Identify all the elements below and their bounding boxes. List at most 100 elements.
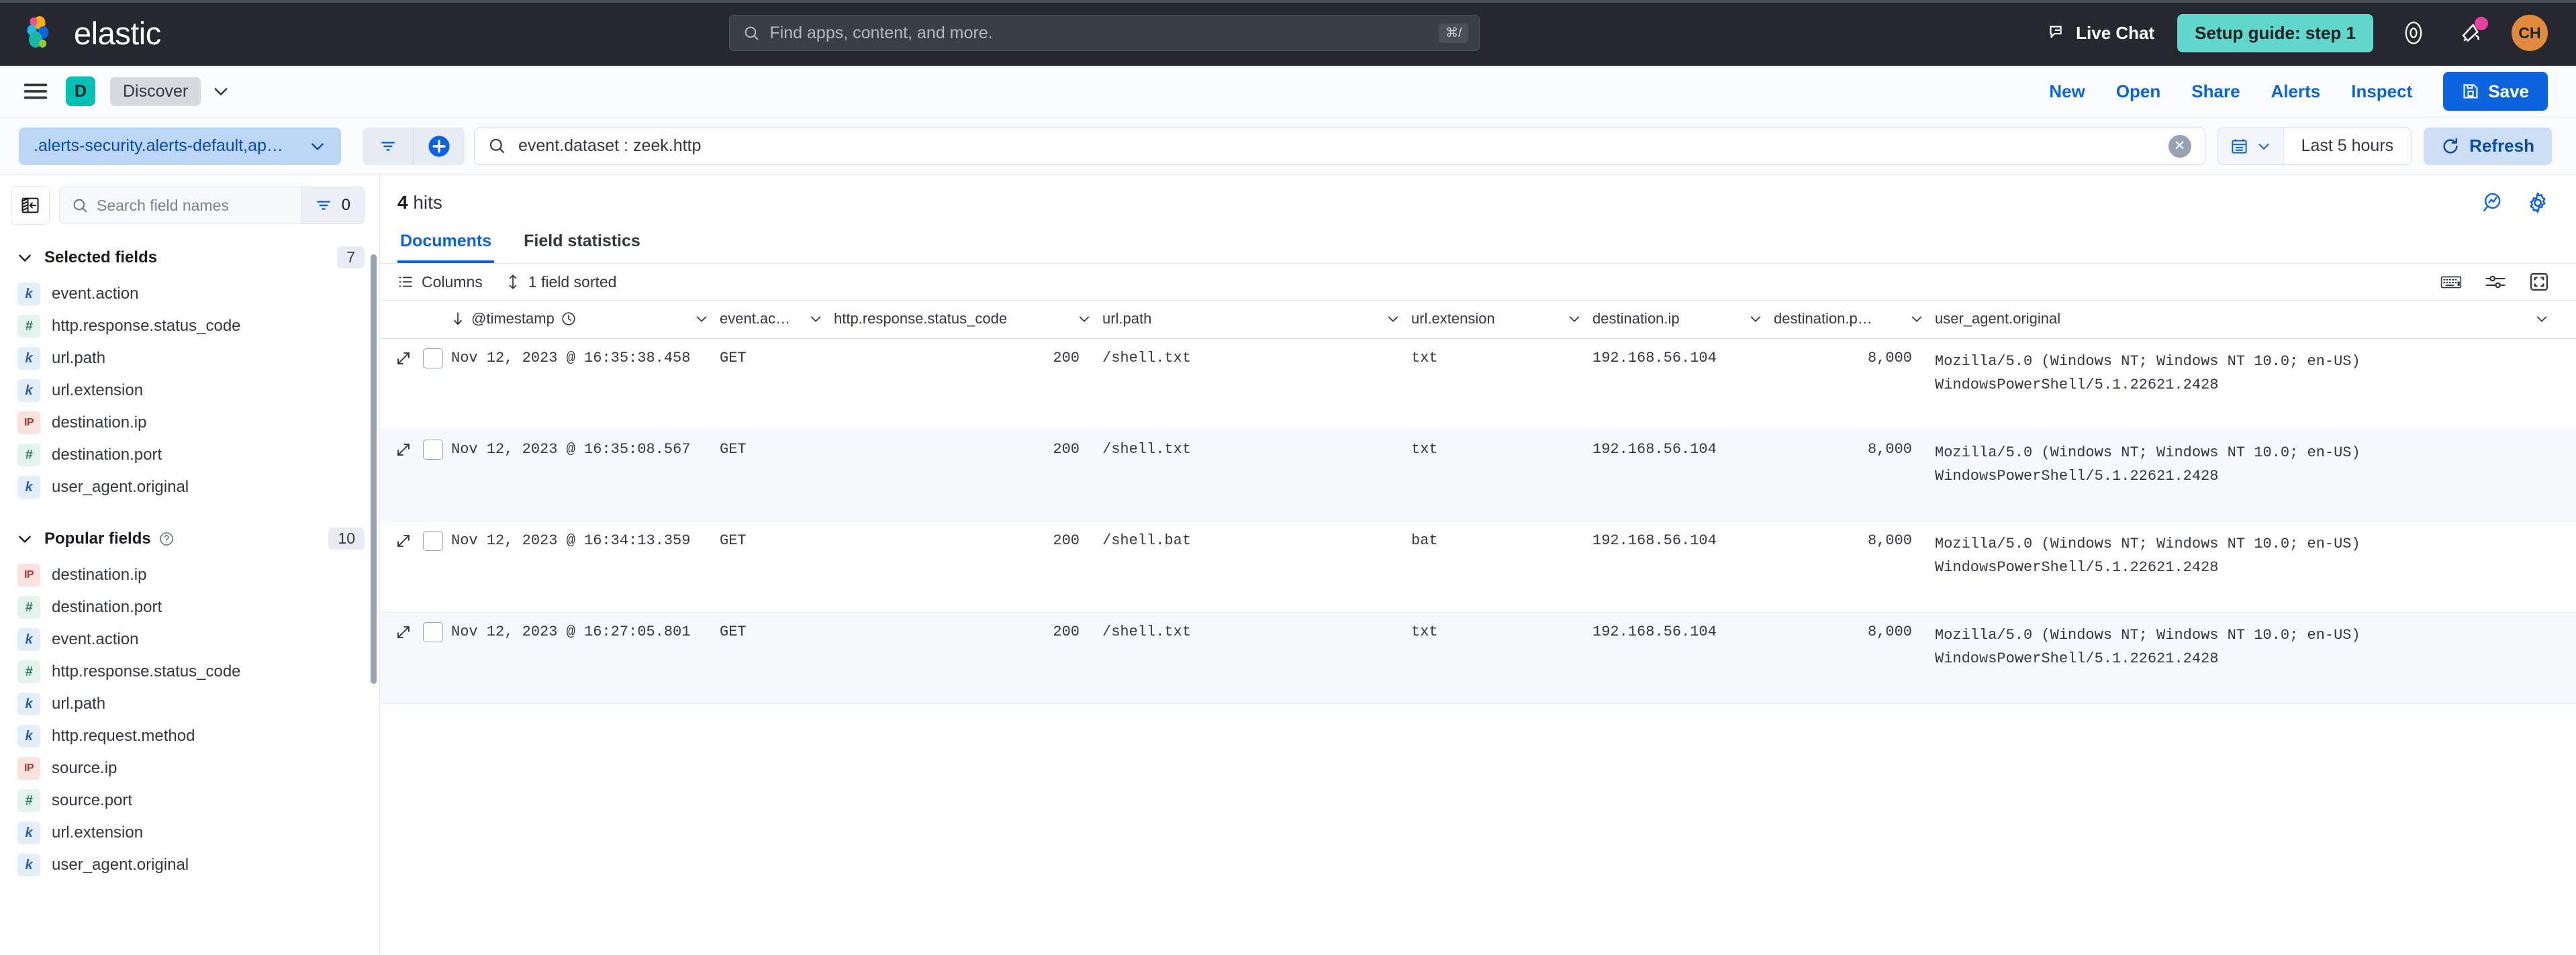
hamburger-icon[interactable] xyxy=(20,76,51,107)
date-range-label[interactable]: Last 5 hours xyxy=(2284,136,2412,156)
field-type-filter-button[interactable]: 0 xyxy=(301,187,364,223)
user-agent-line-2: WindowsPowerShell/5.1.22621.2428 xyxy=(1935,373,2560,397)
query-input[interactable]: event.dataset : zeek.http ✕ xyxy=(474,128,2205,165)
refresh-label: Refresh xyxy=(2469,136,2534,156)
help-button[interactable] xyxy=(2396,15,2431,50)
row-select-checkbox[interactable] xyxy=(423,622,443,642)
column-header-status-code[interactable]: http.response.status_code xyxy=(834,310,1102,328)
sidebar-popular-field-destination-ip[interactable]: IP destination.ip xyxy=(0,559,379,591)
expand-row-icon[interactable] xyxy=(393,531,414,551)
sidebar-field-event-action[interactable]: k event.action xyxy=(0,278,379,310)
add-filter-button[interactable] xyxy=(414,128,465,165)
cell-url-extension: txt xyxy=(1411,348,1592,366)
clear-query-button[interactable]: ✕ xyxy=(2168,135,2191,158)
sidebar-popular-field-url-path[interactable]: k url.path xyxy=(0,688,379,720)
sidebar-popular-field-source-ip[interactable]: IP source.ip xyxy=(0,752,379,785)
expand-row-icon[interactable] xyxy=(393,348,414,368)
date-quick-select-button[interactable] xyxy=(2218,128,2284,164)
expand-row-icon[interactable] xyxy=(393,622,414,642)
live-chat-button[interactable]: Live Chat xyxy=(2048,23,2154,44)
search-chart-icon[interactable] xyxy=(2482,191,2505,214)
breadcrumb[interactable]: Discover xyxy=(110,77,201,106)
gear-icon[interactable] xyxy=(2526,191,2549,214)
column-header-event-action[interactable]: event.ac… xyxy=(720,310,834,328)
inspect-button[interactable]: Inspect xyxy=(2351,81,2412,102)
panel-collapse-icon[interactable] xyxy=(11,186,50,225)
chevron-down-icon[interactable] xyxy=(1077,311,1102,326)
chevron-down-icon[interactable] xyxy=(211,82,230,101)
expand-row-icon[interactable] xyxy=(393,440,414,460)
fullscreen-icon[interactable] xyxy=(2529,272,2549,292)
sidebar-field-url-extension[interactable]: k url.extension xyxy=(0,374,379,407)
columns-button[interactable]: Columns xyxy=(397,273,483,291)
selected-fields-section-header[interactable]: Selected fields 7 xyxy=(0,234,379,278)
hits-label: hits xyxy=(413,192,442,213)
chevron-down-icon[interactable] xyxy=(2534,311,2560,326)
search-input[interactable] xyxy=(97,197,301,215)
help-circle-icon[interactable] xyxy=(159,532,174,546)
clock-icon xyxy=(561,311,576,326)
list-icon xyxy=(397,274,414,290)
sidebar-field-user-agent-original[interactable]: k user_agent.original xyxy=(0,471,379,503)
field-label: destination.ip xyxy=(52,566,146,585)
table-row[interactable]: Nov 12, 2023 @ 16:34:13.359 GET 200 /she… xyxy=(380,521,2576,613)
popular-fields-section-header[interactable]: Popular fields 10 xyxy=(0,515,379,559)
sidebar-scrollbar[interactable] xyxy=(371,254,377,684)
sort-button[interactable]: 1 field sorted xyxy=(506,273,617,291)
sidebar-popular-field-user-agent-original[interactable]: k user_agent.original xyxy=(0,849,379,881)
save-button[interactable]: Save xyxy=(2443,72,2548,111)
table-row[interactable]: Nov 12, 2023 @ 16:35:38.458 GET 200 /she… xyxy=(380,339,2576,430)
announcements-button[interactable] xyxy=(2454,15,2489,50)
setup-guide-button[interactable]: Setup guide: step 1 xyxy=(2177,14,2373,52)
sidebar-popular-field-url-extension[interactable]: k url.extension xyxy=(0,817,379,849)
column-header-user-agent[interactable]: user_agent.original xyxy=(1935,310,2576,328)
sidebar-popular-field-http-request-method[interactable]: k http.request.method xyxy=(0,720,379,752)
row-select-checkbox[interactable] xyxy=(423,440,443,460)
row-select-checkbox[interactable] xyxy=(423,531,443,551)
avatar[interactable]: CH xyxy=(2512,15,2548,51)
sidebar-field-url-path[interactable]: k url.path xyxy=(0,342,379,374)
column-header-destination-port[interactable]: destination.p… xyxy=(1774,310,1935,328)
refresh-button[interactable]: Refresh xyxy=(2424,128,2552,165)
sidebar-field-destination-port[interactable]: # destination.port xyxy=(0,439,379,471)
space-avatar[interactable]: D xyxy=(66,77,95,106)
sidebar-popular-field-source-port[interactable]: # source.port xyxy=(0,785,379,817)
sidebar-field-http-response-status-code[interactable]: # http.response.status_code xyxy=(0,310,379,342)
hits-count: 4 hits xyxy=(397,192,442,213)
column-header-url-path[interactable]: url.path xyxy=(1102,310,1411,328)
new-button[interactable]: New xyxy=(2049,81,2085,102)
field-label: event.action xyxy=(52,630,138,649)
table-row[interactable]: Nov 12, 2023 @ 16:35:08.567 GET 200 /she… xyxy=(380,430,2576,521)
elastic-logo[interactable]: elastic xyxy=(24,14,161,52)
column-header-destination-ip[interactable]: destination.ip xyxy=(1592,310,1774,328)
sidebar-popular-field-event-action[interactable]: k event.action xyxy=(0,623,379,656)
table-row[interactable]: Nov 12, 2023 @ 16:27:05.801 GET 200 /she… xyxy=(380,613,2576,704)
chevron-down-icon[interactable] xyxy=(1386,311,1411,326)
data-view-picker[interactable]: .alerts-security.alerts-default,ap… xyxy=(19,128,341,165)
chevron-down-icon[interactable] xyxy=(1909,311,1935,326)
cell-destination-port: 8,000 xyxy=(1774,440,1935,458)
lifebuoy-icon xyxy=(2402,20,2425,46)
global-search-input[interactable]: Find apps, content, and more. ⌘/ xyxy=(729,15,1480,51)
open-button[interactable]: Open xyxy=(2116,81,2160,102)
row-select-checkbox[interactable] xyxy=(423,348,443,368)
sidebar-popular-field-http-response-status-code[interactable]: # http.response.status_code xyxy=(0,656,379,688)
chevron-down-icon[interactable] xyxy=(1748,311,1774,326)
column-header-timestamp[interactable]: @timestamp xyxy=(451,310,720,328)
share-button[interactable]: Share xyxy=(2191,81,2240,102)
tab-field-statistics[interactable]: Field statistics xyxy=(521,223,643,263)
refresh-icon xyxy=(2441,137,2460,156)
filter-options-button[interactable] xyxy=(363,128,414,165)
alerts-button[interactable]: Alerts xyxy=(2271,81,2321,102)
sliders-icon[interactable] xyxy=(2485,272,2506,291)
column-header-url-extension[interactable]: url.extension xyxy=(1411,310,1592,328)
chevron-down-icon[interactable] xyxy=(694,311,720,326)
sidebar-field-destination-ip[interactable]: IP destination.ip xyxy=(0,407,379,439)
sidebar-popular-field-destination-port[interactable]: # destination.port xyxy=(0,591,379,623)
tab-documents[interactable]: Documents xyxy=(397,223,494,263)
cell-destination-ip: 192.168.56.104 xyxy=(1592,531,1774,549)
chevron-down-icon[interactable] xyxy=(1567,311,1592,326)
keyboard-icon[interactable] xyxy=(2440,273,2462,291)
cell-status-code: 200 xyxy=(834,348,1102,366)
chevron-down-icon[interactable] xyxy=(808,311,834,326)
